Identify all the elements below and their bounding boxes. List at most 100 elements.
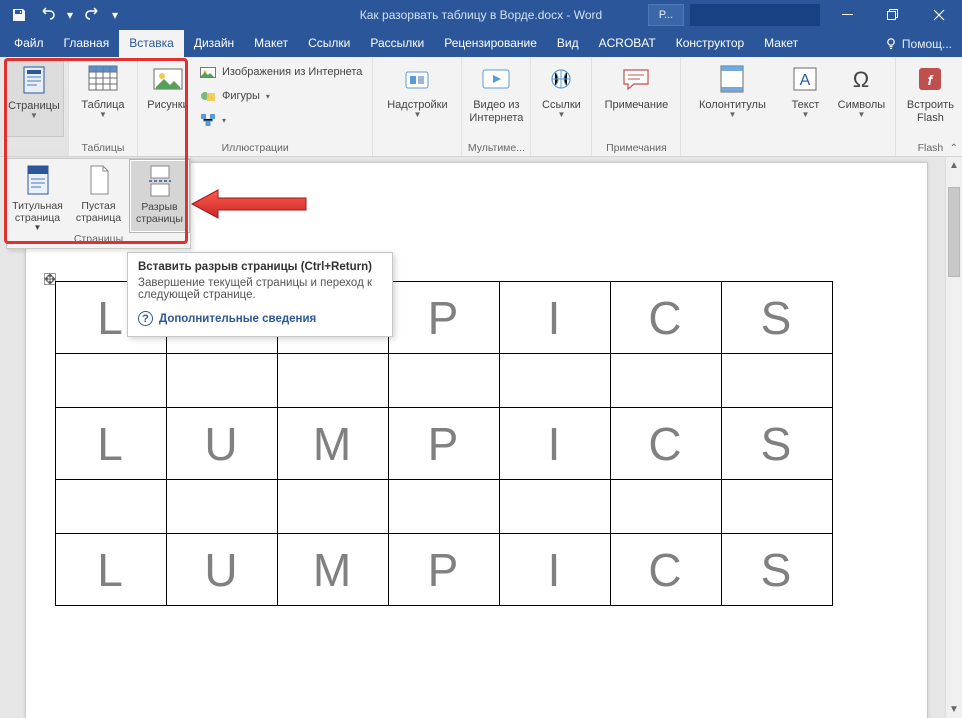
cover-page-button[interactable]: Титульная страница▼: [7, 159, 68, 233]
table-cell[interactable]: M: [278, 534, 389, 606]
tab-acrobat[interactable]: ACROBAT: [589, 30, 666, 57]
redo-icon[interactable]: [80, 0, 106, 29]
headerfooter-button[interactable]: Колонтитулы▼: [685, 59, 779, 137]
table-cell[interactable]: S: [722, 282, 833, 354]
table-cell[interactable]: [500, 354, 611, 408]
table-cell[interactable]: I: [500, 408, 611, 480]
table-cell[interactable]: [722, 480, 833, 534]
qat-customize-icon[interactable]: ▾: [108, 0, 122, 29]
table-icon: [87, 63, 119, 95]
cover-page-icon: [23, 163, 53, 197]
help-icon: ?: [138, 311, 153, 326]
table-cell[interactable]: S: [722, 534, 833, 606]
more-illustrations-button[interactable]: ▾: [194, 109, 368, 131]
scroll-up-icon[interactable]: ▲: [946, 157, 962, 174]
tab-table-layout[interactable]: Макет: [754, 30, 808, 57]
tab-mailings[interactable]: Рассылки: [360, 30, 434, 57]
tab-design[interactable]: Дизайн: [184, 30, 244, 57]
table-cell[interactable]: [389, 480, 500, 534]
svg-text:A: A: [800, 72, 811, 89]
scroll-thumb[interactable]: [948, 187, 960, 277]
tell-me[interactable]: Помощ...: [878, 37, 962, 57]
pages-popout-cap: Страницы: [7, 233, 190, 248]
tab-insert[interactable]: Вставка: [119, 30, 184, 57]
bulb-icon: [884, 37, 898, 51]
links-button[interactable]: Ссылки▼: [535, 59, 587, 137]
table-cell[interactable]: I: [500, 534, 611, 606]
tab-table-design[interactable]: Конструктор: [666, 30, 754, 57]
vertical-scrollbar[interactable]: ▲ ▼: [945, 157, 962, 718]
smartart-icon: [200, 112, 216, 128]
table-cell[interactable]: P: [389, 408, 500, 480]
table-cell[interactable]: [56, 354, 167, 408]
table-cell[interactable]: [56, 480, 167, 534]
tooltip-title: Вставить разрыв страницы (Ctrl+Return): [138, 261, 382, 273]
restore-button[interactable]: [870, 0, 916, 29]
table-cell[interactable]: [389, 354, 500, 408]
table-cell[interactable]: S: [722, 408, 833, 480]
collapse-ribbon-icon[interactable]: ⌃: [950, 143, 958, 154]
table-cell[interactable]: P: [389, 282, 500, 354]
tab-review[interactable]: Рецензирование: [434, 30, 547, 57]
table-cell[interactable]: I: [500, 282, 611, 354]
group-pages-cap: [4, 140, 64, 156]
table-cell[interactable]: [500, 480, 611, 534]
page-break-tooltip: Вставить разрыв страницы (Ctrl+Return) З…: [127, 252, 393, 337]
table-cell[interactable]: C: [611, 282, 722, 354]
undo-icon[interactable]: [34, 0, 60, 29]
scroll-down-icon[interactable]: ▼: [946, 701, 962, 718]
svg-text:Ω: Ω: [853, 67, 869, 92]
tab-home[interactable]: Главная: [54, 30, 120, 57]
close-button[interactable]: [916, 0, 962, 29]
text-button[interactable]: A Текст▼: [779, 59, 831, 137]
table-cell[interactable]: [611, 480, 722, 534]
tab-file[interactable]: Файл: [4, 30, 54, 57]
table-cell[interactable]: [278, 354, 389, 408]
tooltip-more-link[interactable]: ? Дополнительные сведения: [138, 311, 382, 326]
online-pictures-button[interactable]: Изображения из Интернета: [194, 61, 368, 83]
user-name-strip: [690, 4, 820, 26]
headerfooter-icon: [716, 63, 748, 95]
symbols-icon: Ω: [845, 63, 877, 95]
blank-page-button[interactable]: Пустая страница: [68, 159, 129, 233]
table-cell[interactable]: C: [611, 534, 722, 606]
table-button[interactable]: Таблица▼: [73, 59, 133, 137]
group-comments-cap: Примечания: [596, 140, 676, 156]
undo-more-icon[interactable]: ▾: [62, 0, 78, 29]
table-cell[interactable]: [611, 354, 722, 408]
minimize-button[interactable]: [824, 0, 870, 29]
table-cell[interactable]: P: [389, 534, 500, 606]
table-cell[interactable]: [722, 354, 833, 408]
group-tables-cap: Таблицы: [73, 140, 133, 156]
online-video-button[interactable]: Видео из Интернета: [466, 59, 526, 137]
table-cell[interactable]: U: [167, 534, 278, 606]
table-cell[interactable]: [167, 354, 278, 408]
page-break-icon: [145, 164, 175, 198]
symbols-button[interactable]: Ω Символы▼: [831, 59, 891, 137]
group-media-cap: Мультиме...: [466, 140, 526, 156]
table-cell[interactable]: L: [56, 408, 167, 480]
pictures-button[interactable]: Рисунки: [142, 59, 194, 137]
table-anchor-icon[interactable]: [44, 273, 54, 283]
tab-layout[interactable]: Макет: [244, 30, 298, 57]
comment-icon: [620, 63, 652, 95]
embed-flash-button[interactable]: f Встроить Flash: [900, 59, 960, 137]
user-badge[interactable]: Р...: [648, 4, 684, 26]
comment-button[interactable]: Примечание: [596, 59, 676, 137]
table-cell[interactable]: C: [611, 408, 722, 480]
table-cell[interactable]: [167, 480, 278, 534]
shapes-button[interactable]: Фигуры▾: [194, 85, 368, 107]
table-cell[interactable]: [278, 480, 389, 534]
save-icon[interactable]: [6, 0, 32, 29]
table-cell[interactable]: L: [56, 534, 167, 606]
table-cell[interactable]: M: [278, 408, 389, 480]
addins-button[interactable]: Надстройки▼: [377, 59, 457, 137]
tab-references[interactable]: Ссылки: [298, 30, 360, 57]
pages-button[interactable]: Страницы▼: [4, 59, 64, 137]
pages-icon: [18, 64, 50, 96]
page-break-button[interactable]: Разрыв страницы: [129, 159, 190, 233]
tab-view[interactable]: Вид: [547, 30, 589, 57]
table-cell[interactable]: U: [167, 408, 278, 480]
links-icon: [545, 63, 577, 95]
group-illustrations-cap: Иллюстрации: [142, 140, 368, 156]
